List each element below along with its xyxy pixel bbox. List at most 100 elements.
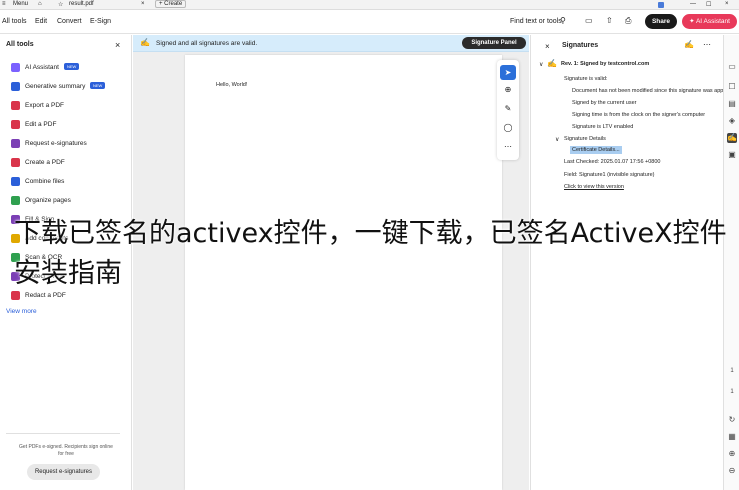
refresh-icon[interactable]: ↻ bbox=[727, 415, 737, 425]
tool-item[interactable]: Protect a PDF bbox=[0, 267, 132, 286]
tool-icon bbox=[11, 120, 20, 129]
share-button[interactable]: Share bbox=[645, 14, 677, 29]
field-text: Field: Signature1 (invisible signature) bbox=[564, 172, 655, 178]
tab-title[interactable]: result.pdf bbox=[69, 1, 94, 7]
tool-label: Create a PDF bbox=[25, 159, 65, 166]
signatures-rail-icon[interactable]: ✍ bbox=[727, 133, 737, 143]
menu-esign[interactable]: E-Sign bbox=[90, 18, 111, 25]
ai-assistant-button[interactable]: ✦ AI Assistant bbox=[682, 14, 737, 29]
menu-convert[interactable]: Convert bbox=[57, 18, 82, 25]
tool-item[interactable]: Add comments bbox=[0, 229, 132, 248]
tool-label: Fill & Sign bbox=[25, 216, 55, 223]
tool-item[interactable]: Scan & OCR bbox=[0, 248, 132, 267]
tool-item[interactable]: AI Assistant NEW bbox=[0, 58, 132, 77]
tool-icon bbox=[11, 234, 20, 243]
close-panel-icon[interactable]: × bbox=[115, 40, 120, 50]
comment-rail-icon[interactable]: ▭ bbox=[727, 62, 737, 72]
tool-item[interactable]: Generative summary NEW bbox=[0, 77, 132, 96]
tool-label: Generative summary bbox=[25, 83, 86, 90]
all-tools-panel: All tools × AI Assistant NEW Generative su… bbox=[0, 35, 132, 490]
tool-label: Scan & OCR bbox=[25, 254, 63, 261]
signature-panel-button[interactable]: Signature Panel bbox=[462, 37, 526, 49]
tool-icon bbox=[11, 139, 20, 148]
tool-item[interactable]: Export a PDF bbox=[0, 96, 132, 115]
more-tools-icon[interactable]: ⋯ bbox=[500, 142, 516, 156]
tool-label: Redact a PDF bbox=[25, 292, 66, 299]
find-tools-input[interactable]: Find text or tools bbox=[510, 18, 562, 25]
promo-divider bbox=[6, 433, 120, 434]
tool-item[interactable]: Combine files bbox=[0, 172, 132, 191]
ltv-enabled-text: Signature is LTV enabled bbox=[572, 124, 634, 130]
annotation-toolstrip: ➤ ⊕ ✎ ◯ ⋯ bbox=[497, 60, 519, 160]
tool-item[interactable]: Redact a PDF bbox=[0, 286, 132, 305]
tool-label: Request e-signatures bbox=[25, 140, 87, 147]
promo-text: Get PDFs e-signed. Recipients sign onlin… bbox=[19, 444, 113, 457]
collapse-details-icon[interactable]: ∨ bbox=[555, 136, 559, 143]
tool-item[interactable]: Organize pages bbox=[0, 191, 132, 210]
menu-bar: All tools Edit Convert E-Sign Find text … bbox=[0, 10, 739, 34]
page-number-current[interactable]: 1 bbox=[727, 366, 737, 376]
signatures-title: Signatures bbox=[562, 42, 599, 49]
signature-panel-label: Signature Panel bbox=[471, 40, 517, 46]
tool-label: Organize pages bbox=[25, 197, 71, 204]
home-icon[interactable]: ⌂ bbox=[38, 1, 42, 7]
tool-item[interactable]: Request e-signatures bbox=[0, 134, 132, 153]
tool-item[interactable]: Create a PDF bbox=[0, 153, 132, 172]
maximize-icon[interactable]: ☐ bbox=[706, 1, 711, 8]
signature-details[interactable]: Signature Details bbox=[564, 136, 606, 142]
request-esignatures-label: Request e-signatures bbox=[34, 469, 93, 475]
tool-label: Add comments bbox=[25, 235, 69, 242]
tool-item[interactable]: Fill & Sign bbox=[0, 210, 132, 229]
more-options-icon[interactable]: ⋯ bbox=[703, 40, 711, 49]
tool-icon bbox=[11, 272, 20, 281]
bookmark-rail-icon[interactable]: ☐ bbox=[727, 82, 737, 92]
lock-rail-icon[interactable]: ▣ bbox=[727, 150, 737, 160]
request-esignatures-button[interactable]: Request e-signatures bbox=[27, 464, 100, 480]
search-icon[interactable]: ⚲ bbox=[560, 16, 566, 25]
zoom-out-icon[interactable]: ⊖ bbox=[727, 466, 737, 476]
tool-icon bbox=[11, 177, 20, 186]
pages-rail-icon[interactable]: ▤ bbox=[727, 99, 737, 109]
zoom-in-icon[interactable]: ⊕ bbox=[727, 449, 737, 459]
menu-label[interactable]: Menu bbox=[13, 1, 28, 7]
signatures-panel: × Signatures ✍ ⋯ ∨ ✍ Rev. 1: Signed by t… bbox=[530, 35, 729, 490]
zoom-comment-icon[interactable]: ⊕ bbox=[500, 85, 516, 99]
title-bar: ≡ Menu ⌂ ☆ result.pdf × + Create — ☐ × bbox=[0, 0, 739, 10]
close-window-icon[interactable]: × bbox=[725, 1, 729, 7]
tool-icon bbox=[11, 215, 20, 224]
minimize-icon[interactable]: — bbox=[690, 1, 696, 7]
tool-icon bbox=[11, 158, 20, 167]
valid-signature-icon: ✍ bbox=[547, 59, 557, 68]
signature-notice-bar: ✍ Signed and all signatures are valid. S… bbox=[133, 35, 529, 52]
create-label: Create bbox=[164, 1, 183, 7]
signature-tool-icon[interactable]: ✍ bbox=[684, 40, 694, 49]
certificate-details-link[interactable]: Certificate Details... bbox=[570, 146, 622, 154]
pdf-page[interactable]: Hello, World! bbox=[185, 55, 502, 490]
page-fit-icon[interactable]: ▦ bbox=[727, 432, 737, 442]
menu-all-tools[interactable]: All tools bbox=[2, 18, 27, 25]
tool-icon bbox=[11, 291, 20, 300]
chat-icon[interactable]: ▭ bbox=[585, 16, 593, 25]
close-signatures-icon[interactable]: × bbox=[545, 42, 550, 51]
create-button[interactable]: + Create bbox=[155, 0, 187, 8]
upload-icon[interactable]: ⇧ bbox=[606, 16, 613, 25]
tool-label: Combine files bbox=[25, 178, 65, 185]
signature-rev[interactable]: Rev. 1: Signed by testcontrol.com bbox=[561, 61, 649, 67]
view-version-link[interactable]: Click to view this version bbox=[564, 184, 624, 190]
collapse-rev-icon[interactable]: ∨ bbox=[539, 61, 543, 68]
select-cursor-icon[interactable]: ➤ bbox=[500, 65, 516, 80]
shape-icon[interactable]: ◯ bbox=[500, 123, 516, 137]
view-more-link[interactable]: View more bbox=[6, 308, 37, 315]
star-icon[interactable]: ☆ bbox=[58, 1, 63, 8]
close-tab-icon[interactable]: × bbox=[141, 1, 145, 7]
page-text: Hello, World! bbox=[216, 82, 248, 88]
app-icon bbox=[658, 2, 664, 8]
print-icon[interactable]: ⎙ bbox=[625, 16, 631, 26]
layers-rail-icon[interactable]: ◈ bbox=[727, 116, 737, 126]
menu-edit[interactable]: Edit bbox=[35, 18, 47, 25]
document-area: ✍ Signed and all signatures are valid. S… bbox=[133, 35, 529, 490]
tool-icon bbox=[11, 63, 20, 72]
pen-icon[interactable]: ✎ bbox=[500, 104, 516, 118]
tool-item[interactable]: Edit a PDF bbox=[0, 115, 132, 134]
hamburger-icon[interactable]: ≡ bbox=[2, 1, 6, 7]
